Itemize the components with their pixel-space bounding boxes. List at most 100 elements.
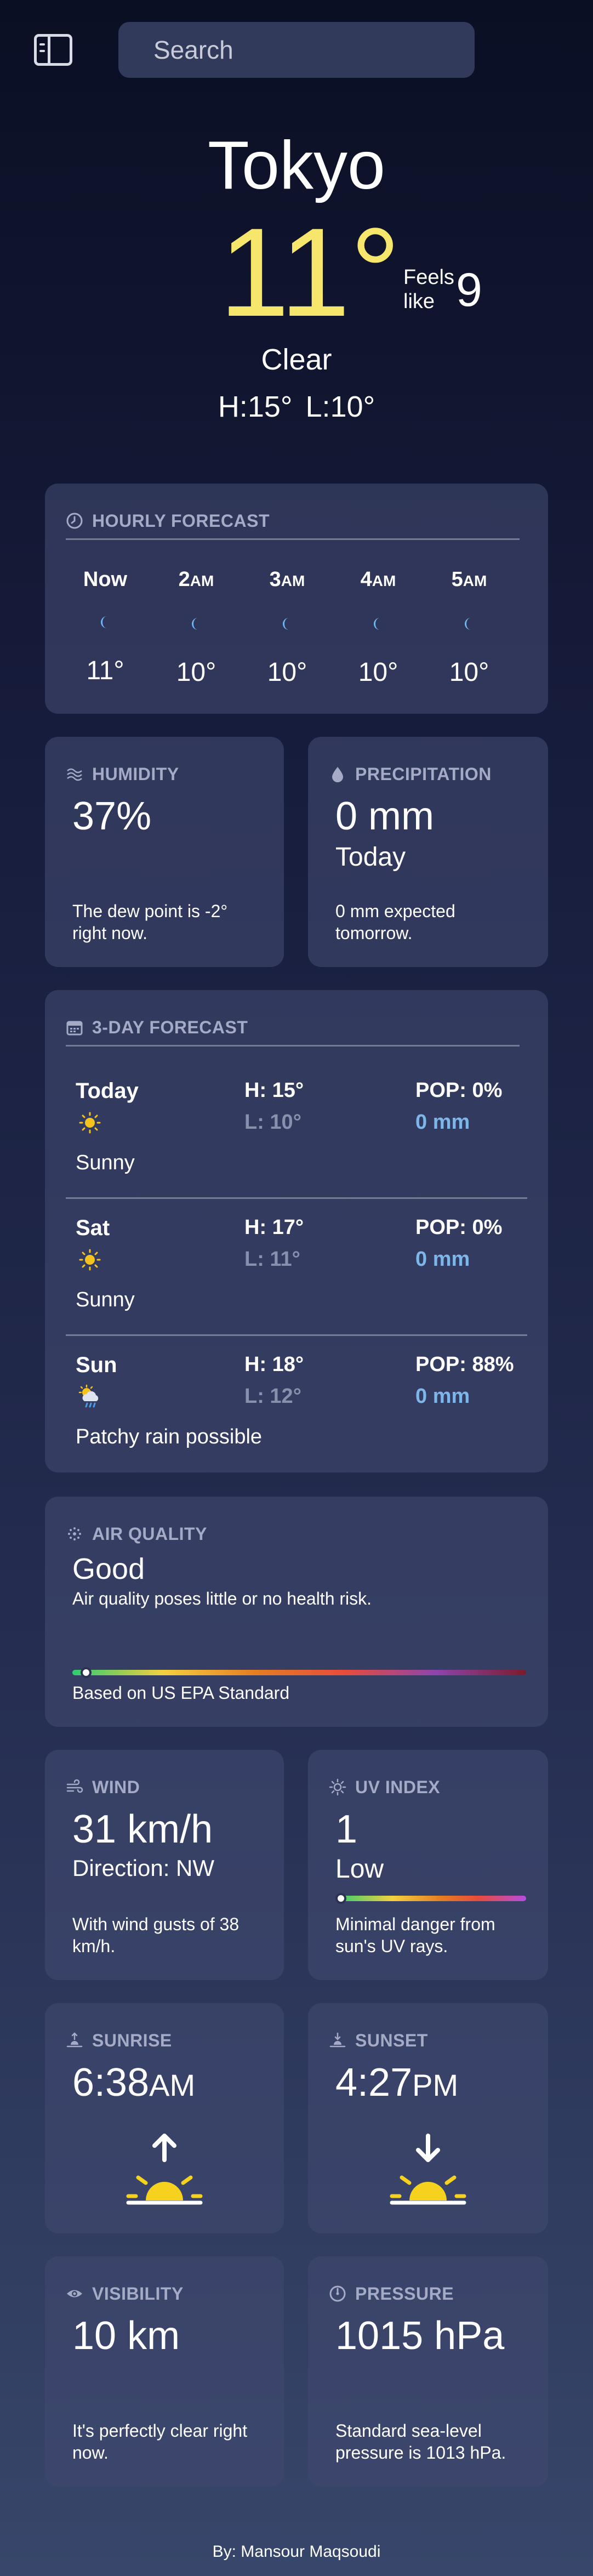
- forecast-pop: POP: 88%: [415, 1353, 514, 1376]
- hour-label: 4AM: [360, 568, 396, 591]
- three-day-forecast-card: 3-DAY FORECAST Today Sunny H: 15° L: 10°…: [45, 990, 548, 1472]
- top-bar: [0, 22, 593, 78]
- eye-icon: [67, 2290, 82, 2298]
- precipitation-value: 0 mm: [335, 794, 434, 838]
- hour-label: 3AM: [269, 568, 305, 591]
- sun-rain-cloud-icon: [78, 1384, 99, 1408]
- air-quality-icon: [68, 1527, 81, 1540]
- hour-temperature: 11°: [86, 656, 124, 685]
- sidebar-toggle-icon[interactable]: [34, 34, 72, 66]
- humidity-card: HUMIDITY 37% The dew point is -2° right …: [45, 737, 284, 967]
- uv-index-bar: [335, 1893, 526, 1904]
- forecast-low: L: 11°: [244, 1248, 300, 1271]
- wind-direction: Direction: NW: [72, 1855, 215, 1881]
- hour-column: 2AM 10°: [163, 567, 229, 688]
- precipitation-note: 0 mm expected tomorrow.: [335, 901, 455, 943]
- moon-icon: [465, 618, 471, 630]
- uv-index-title: UV INDEX: [329, 1776, 440, 1798]
- moon-icon: [374, 618, 380, 630]
- forecast-row: Sun Patchy rain possible H: 18° L: 12° P…: [45, 1352, 548, 1489]
- feels-like-value: 9: [456, 264, 482, 316]
- hour-label: 5AM: [451, 568, 487, 591]
- hour-column: 3AM 10°: [254, 567, 320, 688]
- air-quality-bar: [72, 1667, 526, 1678]
- search-bar[interactable]: [118, 22, 475, 78]
- humidity-icon: [67, 768, 82, 781]
- sunrise-icon: [66, 2032, 83, 2048]
- forecast-low: L: 12°: [244, 1385, 301, 1408]
- search-input[interactable]: [118, 22, 475, 78]
- uv-sun-icon: [329, 1778, 346, 1796]
- pressure-title: PRESSURE: [329, 2283, 454, 2305]
- divider: [66, 1334, 527, 1336]
- uv-index-indicator: [335, 1893, 347, 1904]
- forecast-day: Today: [76, 1079, 139, 1103]
- sunrise-card: SUNRISE 6:38AM: [45, 2003, 284, 2233]
- visibility-value: 10 km: [72, 2314, 180, 2358]
- wind-note: With wind gusts of 38 km/h.: [72, 1914, 240, 1956]
- forecast-precip: 0 mm: [415, 1385, 470, 1408]
- moon-icon: [283, 618, 289, 630]
- hour-temperature: 10°: [267, 658, 307, 687]
- uv-index-value: 1: [335, 1807, 358, 1851]
- moon-icon: [101, 616, 107, 628]
- city-name: Tokyo: [208, 128, 385, 203]
- gauge-icon: [329, 2285, 346, 2302]
- raindrop-icon: [332, 767, 343, 782]
- hour-label: 2AM: [178, 568, 214, 591]
- divider: [66, 538, 520, 540]
- humidity-note: The dew point is -2° right now.: [72, 901, 228, 943]
- forecast-condition: Sunny: [76, 1288, 135, 1311]
- air-quality-title: AIR QUALITY: [66, 1523, 207, 1545]
- air-quality-desc: Air quality poses little or no health ri…: [72, 1589, 372, 1608]
- sunset-graphic-icon: [390, 2134, 466, 2205]
- air-quality-note: Based on US EPA Standard: [72, 1683, 290, 1703]
- hour-column: 4AM 10°: [345, 567, 411, 688]
- pressure-note: Standard sea-level pressure is 1013 hPa.: [335, 2421, 506, 2463]
- sunrise-title: SUNRISE: [66, 2029, 172, 2051]
- humidity-value: 37%: [72, 794, 152, 838]
- current-condition: Clear: [261, 343, 332, 376]
- hour-label: Now: [83, 568, 128, 591]
- forecast-title: 3-DAY FORECAST: [66, 1016, 248, 1038]
- forecast-condition: Sunny: [76, 1151, 135, 1174]
- forecast-day: Sat: [76, 1216, 110, 1240]
- current-weather: Tokyo 11° Feels like 9 Clear H:15° L:10°: [0, 127, 593, 434]
- high-temp: H:15°: [218, 390, 293, 423]
- forecast-high: H: 18°: [244, 1353, 304, 1376]
- wind-speed: 31 km/h: [72, 1807, 213, 1851]
- divider: [66, 1197, 527, 1199]
- feels-like-label: Feels like: [403, 266, 454, 313]
- sunset-icon: [329, 2032, 346, 2048]
- visibility-title: VISIBILITY: [66, 2283, 184, 2305]
- precipitation-card: PRECIPITATION 0 mm Today 0 mm expected t…: [308, 737, 548, 967]
- sunset-title: SUNSET: [329, 2029, 428, 2051]
- air-quality-value: Good: [72, 1553, 145, 1585]
- hour-temperature: 10°: [449, 658, 489, 687]
- forecast-row: Sat Sunny H: 17° L: 11° POP: 0% 0 mm: [45, 1215, 548, 1352]
- sunrise-graphic-icon: [126, 2134, 203, 2205]
- uv-index-level: Low: [335, 1855, 384, 1884]
- visibility-note: It's perfectly clear right now.: [72, 2421, 248, 2463]
- forecast-pop: POP: 0%: [415, 1216, 503, 1239]
- forecast-precip: 0 mm: [415, 1111, 470, 1134]
- sun-icon: [79, 1112, 101, 1134]
- wind-card: WIND 31 km/h Direction: NW With wind gus…: [45, 1750, 284, 1980]
- hour-column: 5AM 10°: [436, 567, 502, 688]
- forecast-precip: 0 mm: [415, 1248, 470, 1271]
- air-quality-indicator: [80, 1667, 92, 1678]
- visibility-card: VISIBILITY 10 km It's perfectly clear ri…: [45, 2256, 284, 2487]
- hour-column: Now 11°: [72, 567, 138, 686]
- high-low: H:15° L:10°: [0, 389, 593, 424]
- forecast-condition: Patchy rain possible: [76, 1425, 263, 1448]
- uv-index-note: Minimal danger from sun's UV rays.: [335, 1914, 495, 1956]
- hourly-forecast-card: HOURLY FORECAST Now 11° 2AM 10° 3AM 10° …: [45, 484, 548, 714]
- forecast-low: L: 10°: [244, 1111, 301, 1134]
- forecast-high: H: 15°: [244, 1079, 304, 1102]
- forecast-pop: POP: 0%: [415, 1079, 503, 1102]
- precipitation-title: PRECIPITATION: [329, 763, 492, 785]
- precipitation-sub: Today: [335, 843, 406, 872]
- divider: [66, 1045, 520, 1047]
- current-temperature: 11°: [219, 202, 401, 343]
- low-temp: L:10°: [305, 390, 375, 423]
